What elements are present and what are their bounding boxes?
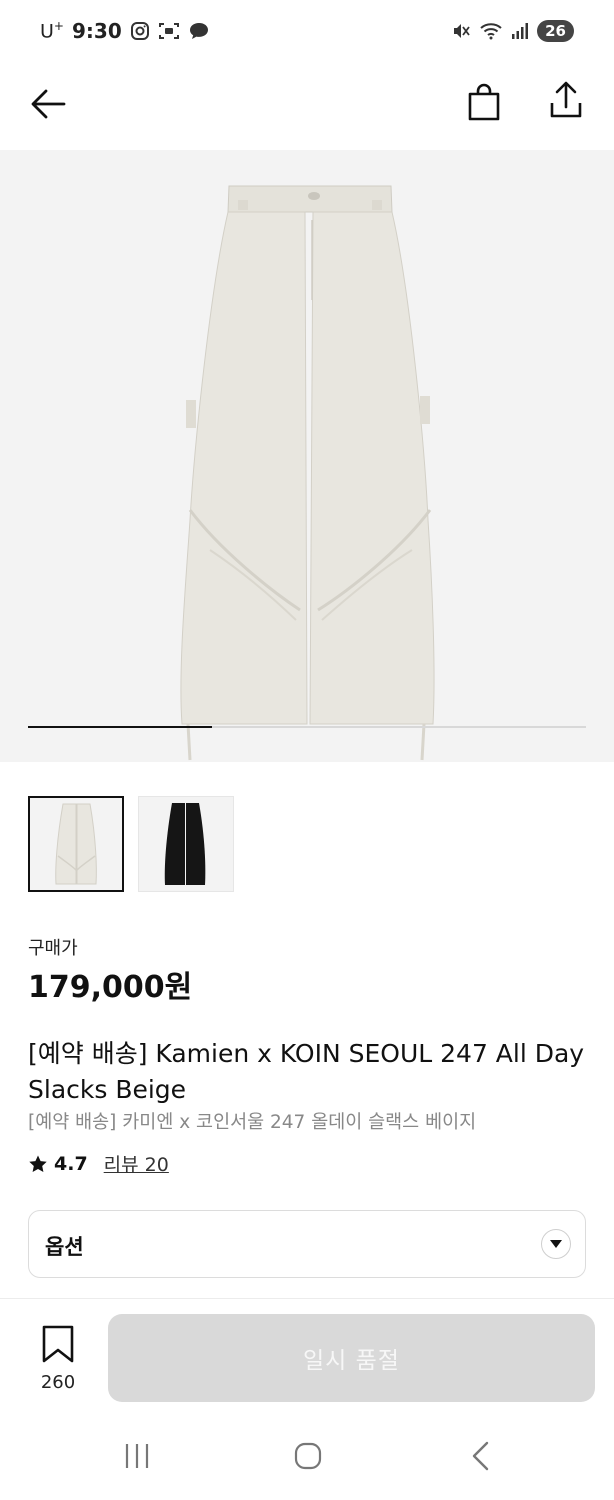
dropdown-caret-icon [541,1229,571,1259]
option-select[interactable]: 옵션 [28,1210,586,1278]
share-button[interactable] [544,78,588,122]
system-navigation-bar [0,1420,614,1500]
status-left: U+ 9:30 [40,19,210,43]
thumbnail-strip [28,796,234,892]
price-label: 구매가 [28,938,78,959]
shopping-bag-icon [468,83,500,121]
back-button[interactable] [26,82,70,126]
home-button[interactable] [283,1434,333,1478]
signal-icon [512,23,529,39]
option-label: 옵션 [45,1235,84,1259]
rating-row: 4.7 리뷰 20 [28,1150,169,1177]
thumbnail-beige[interactable] [28,796,124,892]
star-icon [29,1155,47,1172]
battery-badge: 26 [537,20,574,42]
recent-apps-button[interactable] [112,1434,162,1478]
rating-value: 4.7 [54,1152,88,1175]
app-bar [0,64,614,148]
carrier-label: U+ [40,19,64,43]
mute-icon [454,24,470,38]
status-time: 9:30 [71,19,122,43]
product-subtitle-korean: [예약 배송] 카미엔 x 코인서울 247 올데이 슬랙스 베이지 [28,1112,477,1133]
wifi-icon [480,23,502,40]
chat-bubble-icon [189,23,208,39]
bottom-divider [0,1298,614,1299]
screen-capture-icon [158,23,179,39]
thumbnail-image-black [164,803,206,885]
carousel-progress-fill [28,726,213,728]
share-icon [550,81,582,118]
cart-button[interactable] [462,80,506,124]
status-right: 26 [451,20,574,42]
product-title: [예약 배송] Kamien x KOIN SEOUL 247 All Day … [28,1039,585,1104]
bookmark-icon [42,1325,74,1363]
home-icon [294,1442,322,1470]
sold-out-button[interactable]: 일시 품절 [108,1314,595,1402]
product-image-carousel[interactable] [0,150,614,762]
back-arrow-icon [31,89,66,119]
system-back-button[interactable] [456,1434,506,1478]
status-bar: U+ 9:30 26 [0,0,614,64]
carousel-progress-track [28,726,586,728]
instagram-icon [130,22,149,40]
recent-apps-icon [125,1444,149,1468]
bookmark-button[interactable]: 260 [28,1324,88,1393]
thumbnail-image-beige [55,803,97,885]
bookmark-count: 260 [40,1372,76,1393]
thumbnail-black[interactable] [138,796,234,892]
system-back-icon [472,1441,489,1471]
price-value: 179,000원 [28,970,193,1005]
review-link[interactable]: 리뷰 20 [104,1150,169,1177]
product-image-pants-beige [180,185,435,761]
